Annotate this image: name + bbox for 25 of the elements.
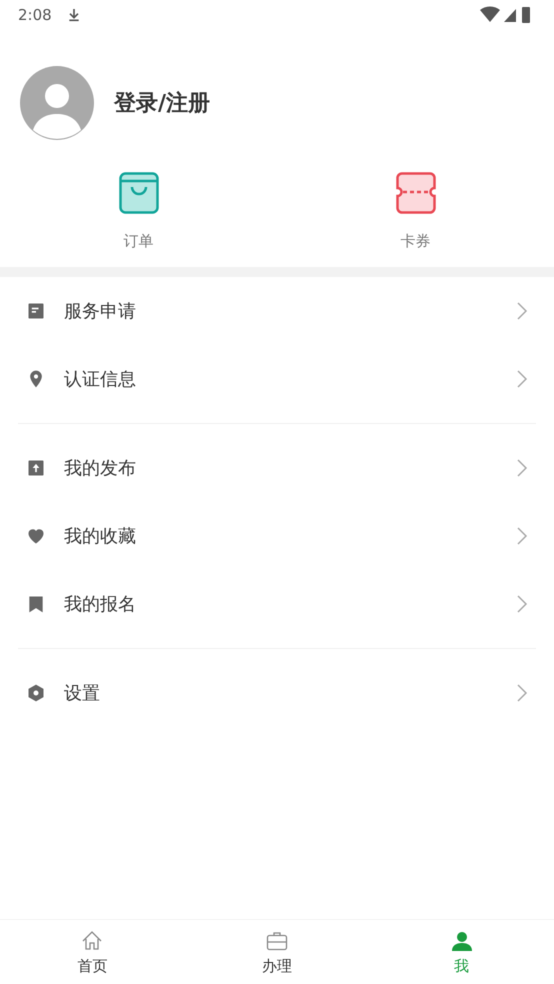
chevron-right-icon — [516, 683, 528, 703]
nav-tab[interactable]: 办理 — [184, 920, 370, 984]
settings-icon — [26, 683, 46, 703]
shortcut-button[interactable]: 卡券 — [277, 172, 554, 251]
menu-item[interactable]: 我的发布 — [0, 434, 554, 502]
shortcut-button[interactable]: 订单 — [0, 172, 277, 251]
menu-item[interactable]: 我的收藏 — [0, 502, 554, 570]
shopping-bag-icon — [118, 172, 158, 214]
nav-tab[interactable]: 首页 — [0, 920, 185, 984]
login-register-link[interactable]: 登录/注册 — [114, 88, 210, 118]
status-time: 2:08 — [18, 6, 52, 24]
chevron-right-icon — [516, 369, 528, 389]
menu-item[interactable]: 认证信息 — [0, 345, 554, 413]
ticket-icon — [396, 172, 436, 214]
upload-icon — [26, 458, 46, 478]
menu-item[interactable]: 服务申请 — [0, 277, 554, 345]
chevron-right-icon — [516, 594, 528, 614]
document-icon — [26, 301, 46, 321]
menu-item[interactable]: 我的报名 — [0, 570, 554, 638]
nav-tab[interactable]: 我 — [369, 920, 554, 984]
menu-item[interactable]: 设置 — [0, 659, 554, 727]
chevron-right-icon — [516, 301, 528, 321]
chevron-right-icon — [516, 458, 528, 478]
avatar[interactable] — [20, 66, 94, 140]
chevron-right-icon — [516, 526, 528, 546]
